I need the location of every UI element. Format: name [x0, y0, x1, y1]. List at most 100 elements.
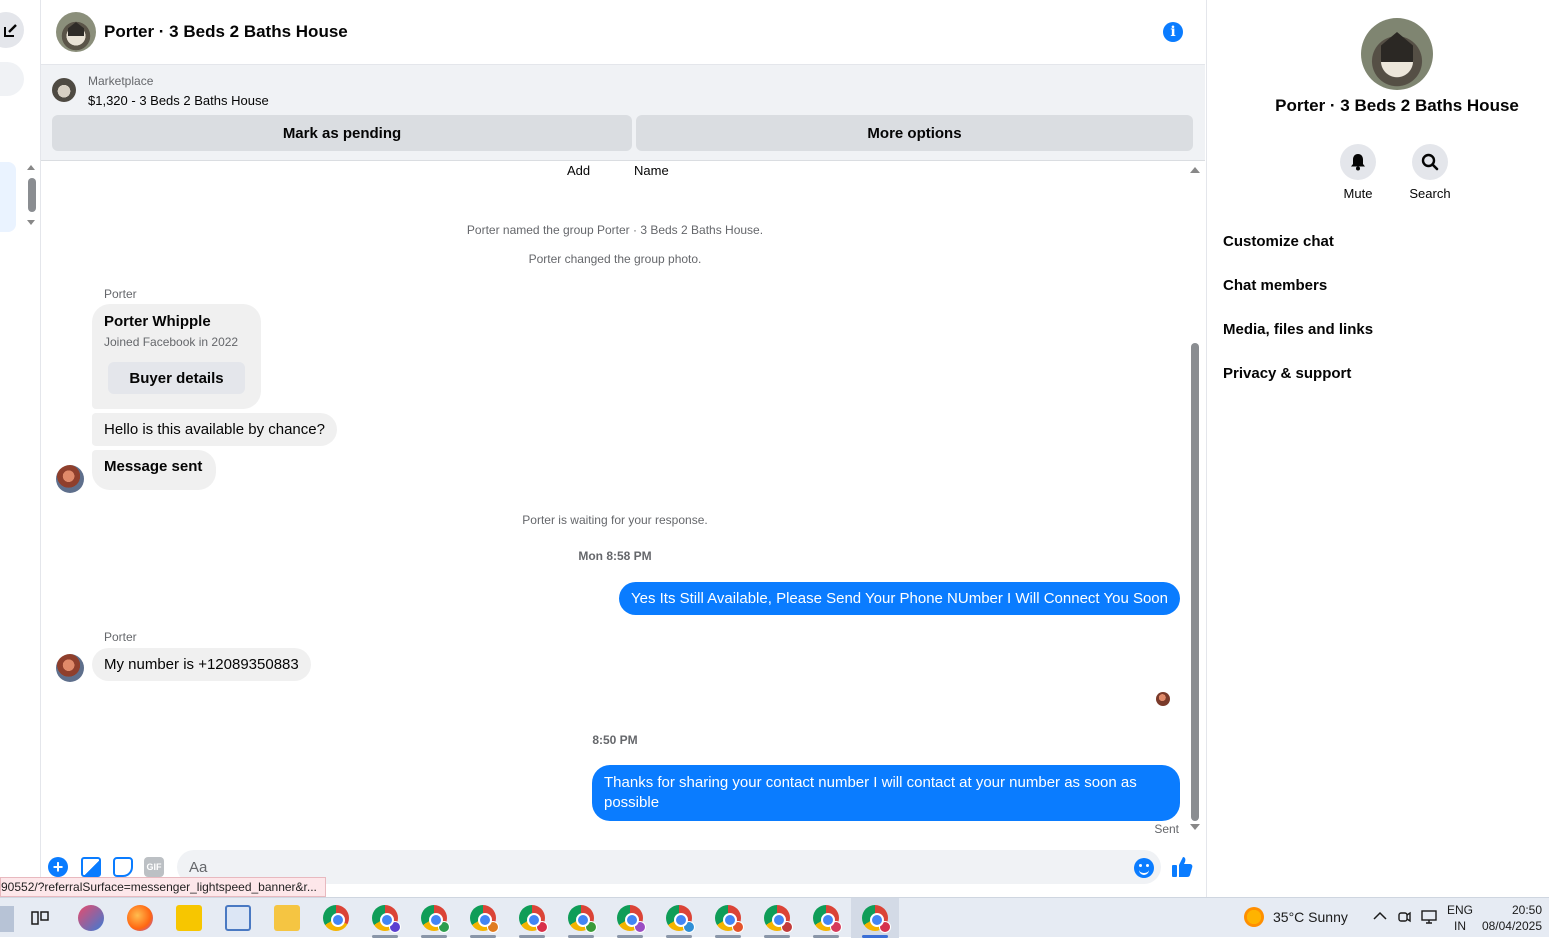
- plus-icon[interactable]: +: [48, 857, 68, 877]
- chat-header: Porter · 3 Beds 2 Baths House i: [41, 0, 1205, 65]
- sticky-notes-icon[interactable]: [176, 905, 202, 931]
- profile-badge-icon: [585, 921, 597, 933]
- chrome-profile-icon[interactable]: [862, 905, 891, 933]
- messages-scroll-down-arrow[interactable]: [1190, 824, 1200, 830]
- gif-icon[interactable]: GIF: [144, 857, 164, 877]
- messages-scroll-up-arrow[interactable]: [1190, 167, 1200, 173]
- chat-members-item[interactable]: Chat members: [1223, 277, 1327, 294]
- system-message-photo: Porter changed the group photo.: [528, 252, 702, 266]
- profile-badge-icon: [487, 921, 499, 933]
- chrome-profile-icon[interactable]: [372, 905, 401, 933]
- mute-label: Mute: [1343, 186, 1373, 201]
- mute-button[interactable]: Mute: [1328, 144, 1388, 201]
- customize-chat-item[interactable]: Customize chat: [1223, 233, 1334, 250]
- panel-group-avatar[interactable]: [1361, 18, 1433, 90]
- firefox-icon[interactable]: [127, 905, 153, 931]
- clock[interactable]: 20:50 08/04/2025: [1478, 902, 1542, 934]
- chrome-icon[interactable]: [323, 905, 349, 931]
- notepad-icon[interactable]: [225, 905, 251, 931]
- bell-icon: [1340, 144, 1376, 180]
- language-indicator[interactable]: ENG IN: [1447, 902, 1473, 934]
- incoming-message[interactable]: My number is +12089350883: [92, 648, 311, 681]
- chrome-profile-icon[interactable]: [813, 905, 842, 933]
- incoming-message[interactable]: Hello is this available by chance?: [92, 413, 337, 446]
- profile-badge-icon: [683, 921, 695, 933]
- search-button[interactable]: Search: [1400, 144, 1460, 201]
- name-button[interactable]: Name: [634, 163, 669, 178]
- listing-thumbnail[interactable]: [52, 78, 76, 102]
- sender-name: Porter: [104, 287, 137, 301]
- buyer-name: Porter Whipple: [104, 313, 211, 330]
- clock-time: 20:50: [1511, 903, 1542, 917]
- more-options-button[interactable]: More options: [636, 115, 1193, 151]
- chrome-profile-icon[interactable]: [421, 905, 450, 933]
- privacy-support-item[interactable]: Privacy & support: [1223, 365, 1351, 382]
- chrome-profile-icon[interactable]: [617, 905, 646, 933]
- rail-scroll-up-arrow[interactable]: [27, 165, 35, 170]
- system-message-named: Porter named the group Porter · 3 Beds 2…: [466, 223, 764, 237]
- rail-selected-chat[interactable]: [0, 162, 16, 232]
- paint-app-icon[interactable]: [78, 905, 104, 931]
- chat-title[interactable]: Porter · 3 Beds 2 Baths House: [104, 22, 348, 42]
- language-code: ENG: [1447, 903, 1474, 917]
- buyer-details-button[interactable]: Buyer details: [108, 362, 245, 394]
- profile-badge-icon: [389, 921, 401, 933]
- rail-scrollbar-thumb[interactable]: [28, 178, 36, 212]
- task-view-icon[interactable]: [30, 908, 50, 928]
- chrome-profile-icon[interactable]: [666, 905, 695, 933]
- profile-badge-icon: [634, 921, 646, 933]
- chrome-profile-icon[interactable]: [568, 905, 597, 933]
- weather-text[interactable]: 35°C Sunny: [1273, 909, 1348, 925]
- status-bar-url: 90552/?referralSurface=messenger_lightsp…: [0, 877, 326, 897]
- system-message-waiting: Porter is waiting for your response.: [522, 513, 708, 527]
- add-button[interactable]: Add: [567, 163, 590, 178]
- profile-badge-icon: [732, 921, 744, 933]
- sun-icon[interactable]: [1244, 907, 1264, 927]
- thumbs-up-icon[interactable]: [1171, 856, 1193, 878]
- group-avatar[interactable]: [56, 12, 96, 52]
- start-button[interactable]: [0, 906, 14, 932]
- messenger-app: Porter · 3 Beds 2 Baths House i Marketpl…: [0, 0, 1549, 897]
- chat-info-panel: Porter · 3 Beds 2 Baths House Mute Searc…: [1206, 0, 1549, 897]
- sticker-icon[interactable]: [113, 857, 133, 877]
- buyer-card: Porter Whipple Joined Facebook in 2022 B…: [92, 304, 261, 409]
- compose-icon: [4, 24, 17, 37]
- sender-name: Porter: [104, 630, 137, 644]
- rail-scroll-down-arrow[interactable]: [27, 220, 35, 225]
- outgoing-message[interactable]: Thanks for sharing your contact number I…: [592, 765, 1180, 821]
- timestamp: Mon 8:58 PM: [578, 549, 652, 563]
- porter-avatar[interactable]: [56, 654, 84, 682]
- meet-now-icon[interactable]: [1397, 909, 1411, 925]
- profile-badge-icon: [830, 921, 842, 933]
- porter-avatar[interactable]: [56, 465, 84, 493]
- chevron-up-icon[interactable]: [1373, 911, 1387, 921]
- image-icon[interactable]: [81, 857, 101, 877]
- network-icon[interactable]: [1420, 909, 1438, 925]
- message-list: Add Name Porter named the group Porter ·…: [41, 161, 1205, 841]
- search-icon: [1412, 144, 1448, 180]
- region-code: IN: [1454, 919, 1466, 933]
- marketplace-banner: Marketplace $1,320 - 3 Beds 2 Baths Hous…: [41, 65, 1205, 161]
- file-explorer-icon[interactable]: [274, 905, 300, 931]
- info-icon[interactable]: i: [1163, 22, 1183, 42]
- listing-title[interactable]: $1,320 - 3 Beds 2 Baths House: [88, 93, 269, 108]
- compose-button[interactable]: [0, 12, 24, 48]
- rail-search-pill[interactable]: [0, 62, 24, 96]
- profile-badge-icon: [781, 921, 793, 933]
- emoji-icon[interactable]: [1134, 858, 1154, 878]
- chrome-profile-icon[interactable]: [764, 905, 793, 933]
- messages-scrollbar-thumb[interactable]: [1191, 343, 1199, 821]
- sent-status: Sent: [1154, 822, 1179, 836]
- outgoing-message[interactable]: Yes Its Still Available, Please Send You…: [618, 582, 1180, 615]
- panel-title: Porter · 3 Beds 2 Baths House: [1275, 96, 1519, 115]
- chrome-profile-icon[interactable]: [470, 905, 499, 933]
- chrome-profile-icon[interactable]: [519, 905, 548, 933]
- media-files-links-item[interactable]: Media, files and links: [1223, 321, 1373, 338]
- marketplace-label: Marketplace: [88, 74, 154, 88]
- chrome-profile-icon[interactable]: [715, 905, 744, 933]
- taskbar: 35°C Sunny ENG IN 20:50 08/04/2025: [0, 897, 1549, 938]
- search-label: Search: [1409, 186, 1451, 201]
- left-rail: [0, 0, 41, 897]
- incoming-message-sent[interactable]: Message sent: [92, 450, 217, 490]
- mark-pending-button[interactable]: Mark as pending: [52, 115, 632, 151]
